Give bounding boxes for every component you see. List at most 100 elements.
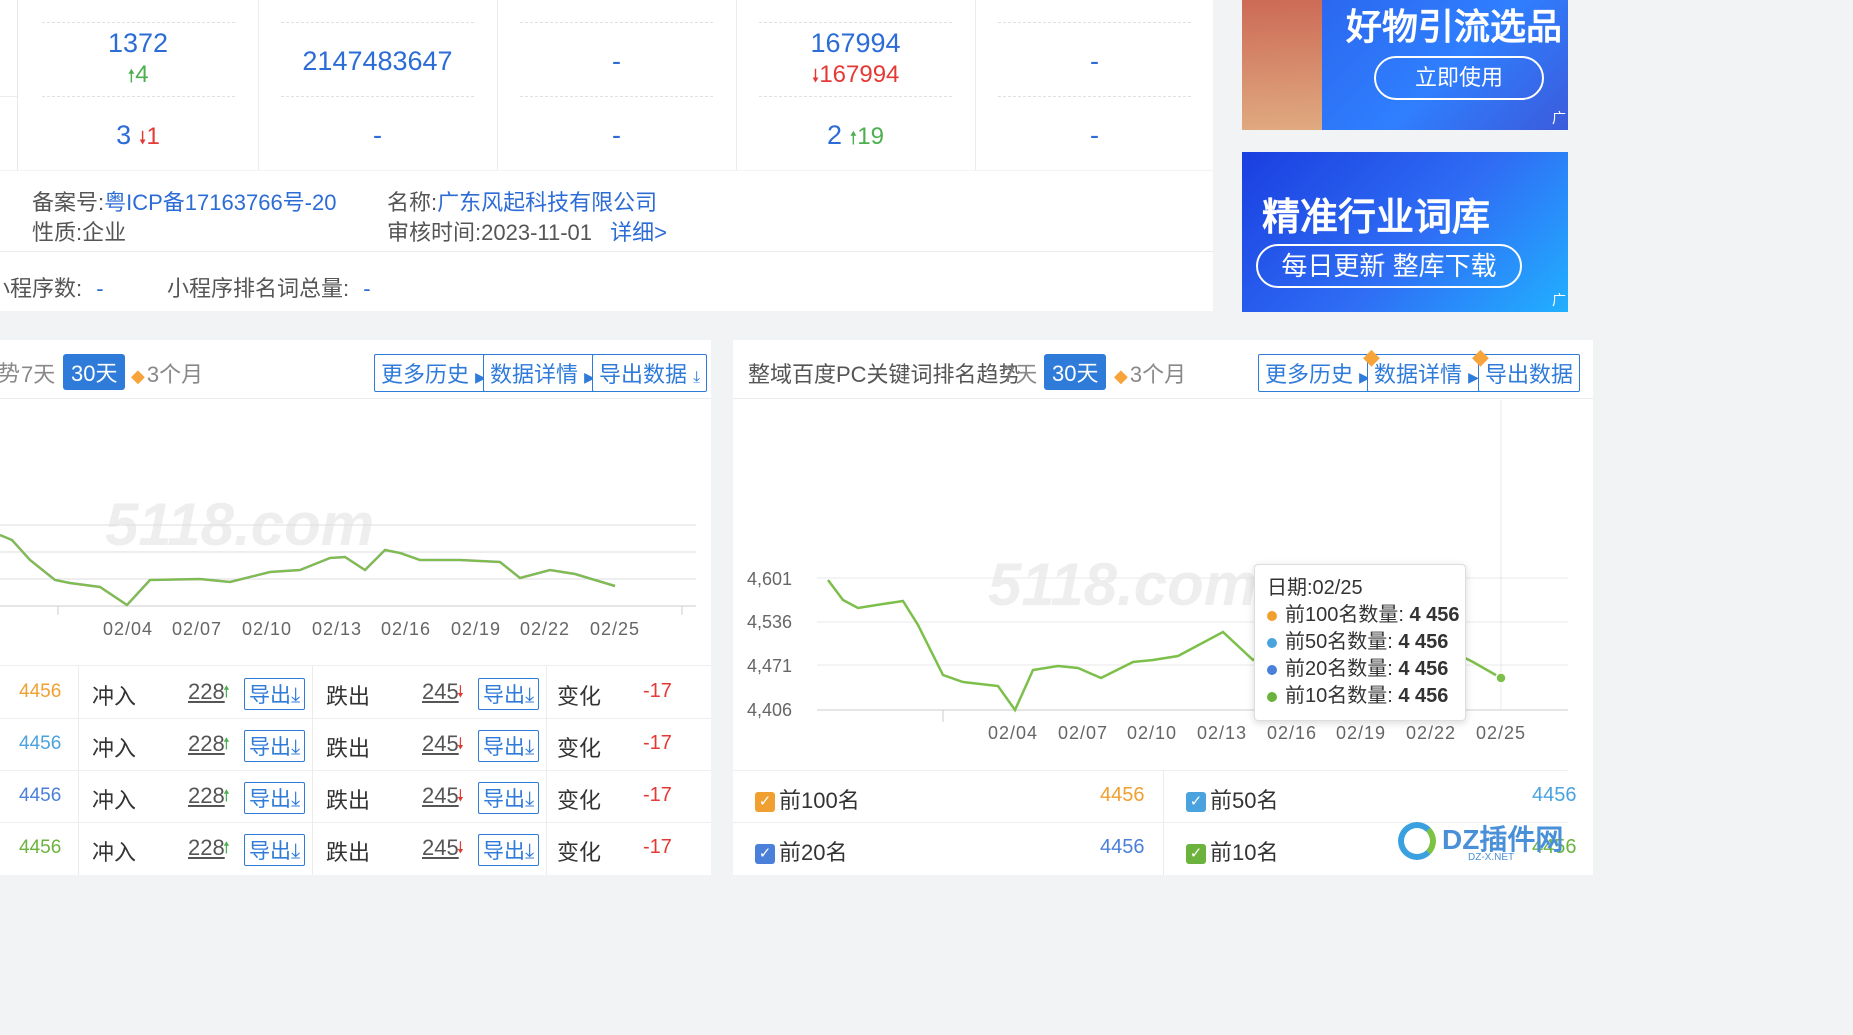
legend-top10[interactable]: ✓ 前10名 [1186,835,1278,867]
icp-name: 名称:广东风起科技有限公司 [387,185,657,217]
export-out-button[interactable]: 导出⤓ [478,782,540,814]
legend-top20[interactable]: ✓ 前20名 [755,835,847,867]
in-label: 冲入 [92,684,137,709]
icp-card: 备案号:粤ICP备17163766号-20 名称:广东风起科技有限公司 性质:企… [0,171,1213,311]
x-tick: 02/25 [1476,723,1527,743]
vip-gem-icon: ◆ [1472,344,1489,369]
tooltip-value: 4 456 [1409,604,1460,626]
ad-banner-1[interactable]: 好物引流选品 立即使用 广 [1242,0,1568,130]
tab-3m[interactable]: ◆3个月 [131,357,203,389]
stat-change: 🠕19 [849,123,884,150]
in-value-link[interactable]: 228 [188,731,225,757]
data-detail-button[interactable]: 数据详情 ▶ [483,354,602,392]
stat-value[interactable]: 1372 [18,28,258,59]
export-data-button[interactable]: 导出数据 [1478,354,1581,392]
x-tick: 02/13 [312,619,363,639]
stat-value: - [1090,46,1099,76]
icp-record: 备案号:粤ICP备17163766号-20 [32,185,336,217]
miniprogram-count: 小程序数: - [0,271,104,303]
change-label: 变化 [557,684,602,709]
download-icon: ⤓ [291,736,301,759]
stat-cell: 2147483647 [258,46,497,77]
miniprogram-rank-value[interactable]: - [363,276,370,301]
up-arrow-icon: 🠕 [223,788,230,805]
export-in-button[interactable]: 导出⤓ [244,678,306,710]
export-in-button[interactable]: 导出⤓ [244,730,306,762]
checkbox-icon[interactable]: ✓ [755,844,775,865]
in-value-link[interactable]: 228 [188,783,225,809]
stat-cell: 2 🠕19 [736,120,975,156]
stat-value: - [1090,120,1099,150]
stat-change: 🠗1 [138,123,160,150]
row-total: 4456 [19,733,62,754]
tab-3m[interactable]: ◆3个月 [1114,357,1186,389]
ad-banner-2[interactable]: 精准行业词库 每日更新 整库下载 广 [1242,152,1568,312]
row-total: 4456 [19,837,62,858]
hover-point[interactable] [1495,672,1507,684]
dz-logo-sub: DZ-X.NET [1468,852,1515,863]
more-history-button[interactable]: 更多历史 ▶ [1258,354,1377,392]
change-label: 变化 [557,736,602,761]
export-label: 导出 [249,840,291,863]
tab-30d[interactable]: 30天 [1044,354,1107,390]
checkbox-icon[interactable]: ✓ [1186,844,1206,865]
down-arrow-icon: 🠗 [457,840,464,857]
legend-top50[interactable]: ✓ 前50名 [1186,783,1278,815]
stat-value[interactable]: 2 [827,120,842,150]
ad1-title: 好物引流选品 [1346,6,1563,47]
icp-record-link[interactable]: 粤ICP备17163766号-20 [104,190,336,215]
tab-7d[interactable]: 7天 [21,357,55,389]
out-value-link[interactable]: 245 [422,835,459,861]
stat-change: 🠕4 [127,61,149,88]
export-out-button[interactable]: 导出⤓ [478,730,540,762]
download-icon: ⤓ [693,369,701,386]
download-icon: ⤓ [525,788,535,811]
icp-detail-link[interactable]: 详细> [610,220,667,245]
x-tick: 02/16 [381,619,432,639]
tab-30d[interactable]: 30天 [63,354,126,390]
ad1-use-button[interactable]: 立即使用 [1374,56,1544,100]
export-data-button[interactable]: 导出数据 ⤓ [592,354,708,392]
export-out-button[interactable]: 导出⤓ [478,834,540,866]
out-value-link[interactable]: 245 [422,783,459,809]
miniprogram-rank-label: 小程序排名词总量: [167,276,350,301]
chart-tooltip: 日期:02/25 前100名数量: 4 456 前50名数量: 4 456 前2… [1254,564,1466,721]
icp-audit: 审核时间:2023-11-01 详细> [387,215,667,247]
series-line-back [0,533,616,607]
in-label: 冲入 [92,840,137,865]
export-in-button[interactable]: 导出⤓ [244,834,306,866]
export-data-label: 导出数据 [599,362,688,387]
download-icon: ⤓ [525,684,535,707]
stat-value[interactable]: 3 [116,120,131,150]
data-detail-button[interactable]: 数据详情 ▶ [1367,354,1486,392]
miniprogram-count-value[interactable]: - [96,276,103,301]
more-history-label: 更多历史 [1265,362,1354,387]
legend-label: 前10名 [1210,840,1279,865]
x-tick: 02/16 [1267,723,1318,743]
stat-cell: - [497,46,736,77]
stat-value[interactable]: 2147483647 [258,46,497,77]
x-tick: 02/19 [1336,723,1387,743]
x-tick: 02/22 [1406,723,1457,743]
legend-top100[interactable]: ✓ 前100名 [755,783,860,815]
export-in-button[interactable]: 导出⤓ [244,782,306,814]
in-value-link[interactable]: 228 [188,835,225,861]
up-arrow-icon: 🠕 [223,684,230,701]
ad2-subtitle[interactable]: 每日更新 整库下载 [1256,244,1522,288]
tooltip-label: 前50名数量: [1285,631,1393,653]
checkbox-icon[interactable]: ✓ [1186,792,1206,813]
out-value-link[interactable]: 245 [422,679,459,705]
more-history-button[interactable]: 更多历史 ▶ [374,354,493,392]
stat-value: - [612,120,621,150]
out-label: 跌出 [326,684,371,709]
out-value-link[interactable]: 245 [422,731,459,757]
stat-cell: - [258,120,497,151]
icp-name-link[interactable]: 广东风起科技有限公司 [437,190,657,215]
export-out-button[interactable]: 导出⤓ [478,678,540,710]
tab-7d[interactable]: 7天 [1003,357,1037,389]
miniprogram-rank: 小程序排名词总量: - [167,271,371,303]
checkbox-icon[interactable]: ✓ [755,792,775,813]
in-value-link[interactable]: 228 [188,679,225,705]
export-label: 导出 [249,684,291,707]
stat-value[interactable]: 167994 [736,28,975,59]
